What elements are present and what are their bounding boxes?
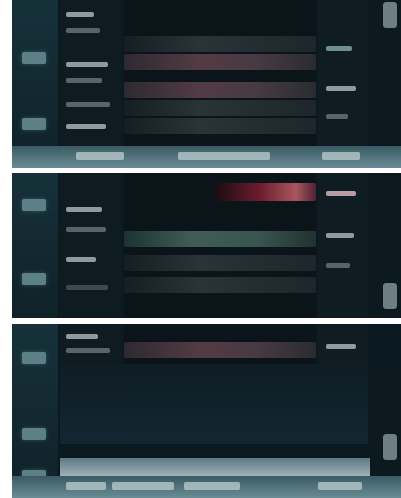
status-segment xyxy=(322,152,360,160)
detail-item-bar[interactable] xyxy=(326,191,356,196)
list-column xyxy=(60,0,122,168)
scrollbar-thumb[interactable] xyxy=(383,434,397,460)
rail-button[interactable] xyxy=(22,352,46,364)
list-column xyxy=(60,173,122,318)
list-column xyxy=(60,324,122,364)
rail-button[interactable] xyxy=(22,52,46,64)
left-rail xyxy=(12,173,58,318)
right-gutter xyxy=(370,364,401,476)
status-segment xyxy=(112,482,174,490)
rail-button[interactable] xyxy=(22,273,46,285)
status-segment xyxy=(318,482,362,490)
content-row-warning[interactable] xyxy=(214,183,316,201)
list-item-bar[interactable] xyxy=(66,62,108,67)
list-item-bar[interactable] xyxy=(66,348,110,353)
content-area xyxy=(124,0,316,168)
content-row[interactable] xyxy=(124,118,316,134)
content-row[interactable] xyxy=(124,36,316,52)
detail-item-bar[interactable] xyxy=(326,46,352,51)
status-segment xyxy=(178,152,270,160)
content-row-selected[interactable] xyxy=(124,342,316,358)
status-bar xyxy=(12,476,401,498)
status-segment xyxy=(66,482,106,490)
list-item-bar[interactable] xyxy=(66,207,102,212)
panel-bottom xyxy=(12,324,401,498)
content-area xyxy=(124,324,316,364)
list-item-bar[interactable] xyxy=(66,257,96,262)
right-gutter xyxy=(370,173,401,318)
list-item-bar[interactable] xyxy=(66,334,98,339)
panel-middle xyxy=(12,173,401,318)
scrollbar-thumb[interactable] xyxy=(383,2,397,28)
list-item-bar[interactable] xyxy=(66,124,106,129)
detail-item-bar[interactable] xyxy=(326,233,354,238)
horizontal-divider xyxy=(60,458,401,476)
detail-item-bar[interactable] xyxy=(326,263,350,268)
status-segment xyxy=(76,152,124,160)
status-bar xyxy=(12,146,401,168)
rail-button[interactable] xyxy=(22,428,46,440)
detail-item-bar[interactable] xyxy=(326,86,356,91)
detail-item-bar[interactable] xyxy=(326,114,348,119)
detail-column xyxy=(318,173,368,318)
detail-column xyxy=(318,324,368,364)
list-item-bar[interactable] xyxy=(66,12,94,17)
list-item-bar[interactable] xyxy=(66,102,110,107)
screenshot-root xyxy=(0,0,401,498)
scrollbar-thumb[interactable] xyxy=(383,283,397,309)
status-segment xyxy=(184,482,240,490)
content-row[interactable] xyxy=(124,277,316,293)
content-row[interactable] xyxy=(124,100,316,116)
empty-content-region xyxy=(60,364,368,444)
right-gutter xyxy=(370,0,401,168)
content-row-selected[interactable] xyxy=(124,82,316,98)
panel-top xyxy=(12,0,401,168)
list-item-bar[interactable] xyxy=(66,227,106,232)
list-item-bar[interactable] xyxy=(66,78,102,83)
rail-button[interactable] xyxy=(22,118,46,130)
list-item-bar[interactable] xyxy=(66,28,100,33)
rail-button[interactable] xyxy=(22,199,46,211)
detail-item-bar[interactable] xyxy=(326,344,356,349)
content-row-highlight[interactable] xyxy=(124,231,316,247)
list-item-bar[interactable] xyxy=(66,285,108,290)
content-row-selected[interactable] xyxy=(124,54,316,70)
content-area xyxy=(124,173,316,318)
left-rail xyxy=(12,324,58,498)
content-row[interactable] xyxy=(124,255,316,271)
detail-column xyxy=(318,0,368,168)
left-rail xyxy=(12,0,58,168)
